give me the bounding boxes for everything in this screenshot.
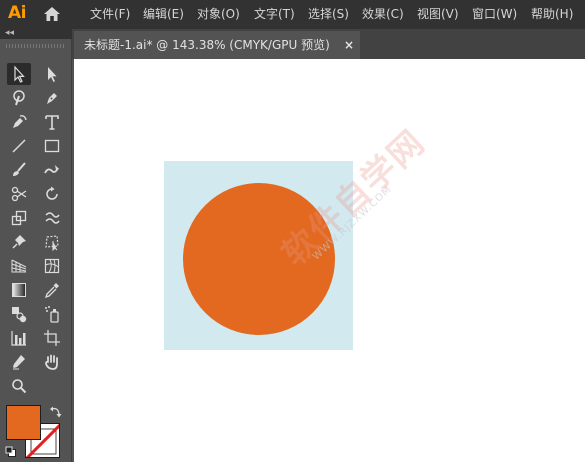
menu-type[interactable]: 文字(T): [254, 0, 295, 29]
column-graph-icon: [11, 331, 26, 346]
puppet-warp-icon: [12, 235, 26, 249]
default-colors-icon[interactable]: [5, 446, 17, 458]
menu-file[interactable]: 文件(F): [90, 0, 130, 29]
gradient-tool[interactable]: [7, 279, 31, 301]
puppet-warp-tool[interactable]: [7, 231, 31, 253]
fill-swatch[interactable]: [6, 405, 41, 440]
symbol-sprayer-tool[interactable]: [40, 303, 64, 325]
direct-selection-icon: [48, 67, 57, 82]
magic-wand-tool[interactable]: [7, 87, 31, 109]
symbol-sprayer-icon: [45, 306, 59, 323]
panel-collapse-bar[interactable]: ◂◂: [0, 28, 72, 39]
menu-object[interactable]: 对象(O): [197, 0, 240, 29]
eyedropper-tool[interactable]: [40, 279, 64, 301]
menu-edit[interactable]: 编辑(E): [143, 0, 184, 29]
menu-view[interactable]: 视图(V): [417, 0, 459, 29]
selection-tool[interactable]: [7, 63, 31, 85]
magic-wand-icon: [13, 90, 25, 106]
warp-icon: [45, 212, 60, 224]
gradient-icon: [12, 283, 26, 297]
mesh-icon: [44, 258, 60, 274]
hand-tool[interactable]: [40, 351, 64, 373]
slice-tool[interactable]: [7, 351, 31, 373]
hand-icon: [45, 354, 58, 370]
scissors-icon: [11, 186, 27, 202]
swap-fill-stroke-icon[interactable]: [49, 405, 63, 419]
rectangle-icon: [44, 139, 60, 153]
menu-effect[interactable]: 效果(C): [362, 0, 404, 29]
zoom-tool[interactable]: [7, 375, 31, 397]
eyedropper-icon: [44, 283, 59, 299]
free-transform-tool[interactable]: [40, 231, 64, 253]
close-tab-icon[interactable]: ×: [344, 31, 354, 59]
orange-circle[interactable]: [183, 183, 335, 335]
slice-icon: [13, 355, 25, 370]
collapse-icon[interactable]: ◂◂: [5, 28, 14, 38]
type-icon: [45, 115, 59, 130]
scale-icon: [11, 210, 27, 226]
artboard-canvas[interactable]: 软件自学网 WWW.RJZXW.COM: [74, 59, 585, 462]
paintbrush-tool[interactable]: [7, 159, 31, 181]
free-transform-icon: [45, 235, 59, 251]
direct-selection-tool[interactable]: [40, 63, 64, 85]
blend-icon: [12, 307, 27, 323]
perspective-grid-tool[interactable]: [7, 255, 31, 277]
zoom-icon: [12, 379, 27, 394]
shaper-icon: [44, 165, 59, 174]
menu-bar: Ai 文件(F) 编辑(E) 对象(O) 文字(T) 选择(S) 效果(C) 视…: [0, 0, 585, 29]
paintbrush-icon: [13, 162, 26, 176]
home-icon[interactable]: [42, 5, 62, 23]
menu-window[interactable]: 窗口(W): [472, 0, 517, 29]
blend-tool[interactable]: [7, 303, 31, 325]
pen-icon: [47, 93, 57, 104]
app-logo: Ai: [8, 3, 26, 23]
document-tab-title: 未标题-1.ai* @ 143.38% (CMYK/GPU 预览): [84, 38, 330, 52]
menu-help[interactable]: 帮助(H): [531, 0, 573, 29]
rotate-tool[interactable]: [40, 183, 64, 205]
toolbar-grip[interactable]: [6, 44, 66, 48]
menu-select[interactable]: 选择(S): [308, 0, 349, 29]
type-tool[interactable]: [40, 111, 64, 133]
artboard-tool[interactable]: [40, 327, 64, 349]
selection-icon: [14, 65, 25, 83]
mesh-tool[interactable]: [40, 255, 64, 277]
pen-tool[interactable]: [40, 87, 64, 109]
perspective-grid-icon: [11, 259, 27, 273]
curvature-tool[interactable]: [7, 111, 31, 133]
scale-tool[interactable]: [7, 207, 31, 229]
line-segment-icon: [12, 139, 26, 153]
curvature-icon: [13, 115, 27, 128]
warp-tool[interactable]: [40, 207, 64, 229]
shaper-tool[interactable]: [40, 159, 64, 181]
document-tab[interactable]: 未标题-1.ai* @ 143.38% (CMYK/GPU 预览) ×: [74, 31, 360, 59]
column-graph-tool[interactable]: [7, 327, 31, 349]
rotate-icon: [46, 186, 58, 200]
rectangle-tool[interactable]: [40, 135, 64, 157]
line-segment-tool[interactable]: [7, 135, 31, 157]
scissors-tool[interactable]: [7, 183, 31, 205]
artboard-icon: [44, 330, 60, 346]
